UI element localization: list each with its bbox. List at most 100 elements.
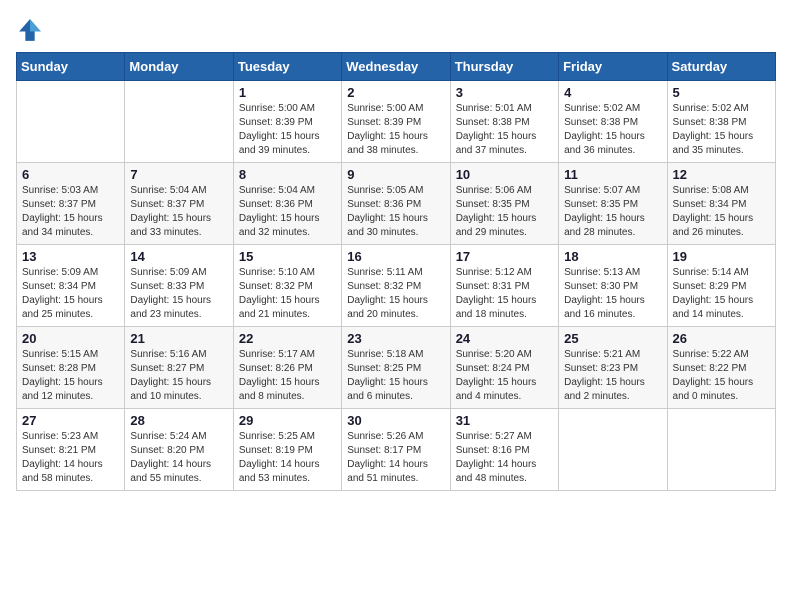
- day-number: 14: [130, 249, 227, 264]
- weekday-header-friday: Friday: [559, 53, 667, 81]
- day-info: Sunrise: 5:26 AM Sunset: 8:17 PM Dayligh…: [347, 430, 444, 486]
- weekday-header-monday: Monday: [125, 53, 233, 81]
- calendar-day-cell: 22 Sunrise: 5:17 AM Sunset: 8:26 PM Dayl…: [233, 327, 341, 409]
- calendar-day-cell: 17 Sunrise: 5:12 AM Sunset: 8:31 PM Dayl…: [450, 245, 558, 327]
- calendar-day-cell: 27 Sunrise: 5:23 AM Sunset: 8:21 PM Dayl…: [17, 409, 125, 491]
- day-number: 20: [22, 331, 119, 346]
- day-number: 24: [456, 331, 553, 346]
- calendar-day-cell: 23 Sunrise: 5:18 AM Sunset: 8:25 PM Dayl…: [342, 327, 450, 409]
- day-number: 2: [347, 85, 444, 100]
- day-info: Sunrise: 5:02 AM Sunset: 8:38 PM Dayligh…: [673, 102, 770, 158]
- day-info: Sunrise: 5:14 AM Sunset: 8:29 PM Dayligh…: [673, 266, 770, 322]
- day-number: 12: [673, 167, 770, 182]
- day-number: 7: [130, 167, 227, 182]
- calendar-day-cell: 6 Sunrise: 5:03 AM Sunset: 8:37 PM Dayli…: [17, 163, 125, 245]
- day-number: 30: [347, 413, 444, 428]
- day-number: 18: [564, 249, 661, 264]
- day-number: 31: [456, 413, 553, 428]
- day-info: Sunrise: 5:01 AM Sunset: 8:38 PM Dayligh…: [456, 102, 553, 158]
- calendar-day-cell: 11 Sunrise: 5:07 AM Sunset: 8:35 PM Dayl…: [559, 163, 667, 245]
- day-number: 4: [564, 85, 661, 100]
- calendar-day-cell: 30 Sunrise: 5:26 AM Sunset: 8:17 PM Dayl…: [342, 409, 450, 491]
- day-number: 5: [673, 85, 770, 100]
- day-number: 29: [239, 413, 336, 428]
- weekday-header-wednesday: Wednesday: [342, 53, 450, 81]
- calendar-day-cell: 7 Sunrise: 5:04 AM Sunset: 8:37 PM Dayli…: [125, 163, 233, 245]
- day-number: 25: [564, 331, 661, 346]
- day-number: 28: [130, 413, 227, 428]
- logo-icon: [16, 16, 44, 44]
- day-info: Sunrise: 5:04 AM Sunset: 8:37 PM Dayligh…: [130, 184, 227, 240]
- calendar-week-row: 13 Sunrise: 5:09 AM Sunset: 8:34 PM Dayl…: [17, 245, 776, 327]
- day-info: Sunrise: 5:05 AM Sunset: 8:36 PM Dayligh…: [347, 184, 444, 240]
- day-number: 15: [239, 249, 336, 264]
- calendar-day-cell: 19 Sunrise: 5:14 AM Sunset: 8:29 PM Dayl…: [667, 245, 775, 327]
- calendar-day-cell: 25 Sunrise: 5:21 AM Sunset: 8:23 PM Dayl…: [559, 327, 667, 409]
- calendar-day-cell: 2 Sunrise: 5:00 AM Sunset: 8:39 PM Dayli…: [342, 81, 450, 163]
- day-number: 13: [22, 249, 119, 264]
- day-info: Sunrise: 5:18 AM Sunset: 8:25 PM Dayligh…: [347, 348, 444, 404]
- day-info: Sunrise: 5:06 AM Sunset: 8:35 PM Dayligh…: [456, 184, 553, 240]
- calendar-day-cell: [559, 409, 667, 491]
- logo: [16, 16, 50, 44]
- day-info: Sunrise: 5:04 AM Sunset: 8:36 PM Dayligh…: [239, 184, 336, 240]
- calendar-day-cell: 10 Sunrise: 5:06 AM Sunset: 8:35 PM Dayl…: [450, 163, 558, 245]
- day-number: 17: [456, 249, 553, 264]
- calendar-table: SundayMondayTuesdayWednesdayThursdayFrid…: [16, 52, 776, 491]
- calendar-day-cell: 12 Sunrise: 5:08 AM Sunset: 8:34 PM Dayl…: [667, 163, 775, 245]
- day-info: Sunrise: 5:03 AM Sunset: 8:37 PM Dayligh…: [22, 184, 119, 240]
- day-number: 10: [456, 167, 553, 182]
- day-info: Sunrise: 5:25 AM Sunset: 8:19 PM Dayligh…: [239, 430, 336, 486]
- calendar-day-cell: 14 Sunrise: 5:09 AM Sunset: 8:33 PM Dayl…: [125, 245, 233, 327]
- day-info: Sunrise: 5:09 AM Sunset: 8:33 PM Dayligh…: [130, 266, 227, 322]
- day-info: Sunrise: 5:16 AM Sunset: 8:27 PM Dayligh…: [130, 348, 227, 404]
- day-info: Sunrise: 5:09 AM Sunset: 8:34 PM Dayligh…: [22, 266, 119, 322]
- weekday-header-thursday: Thursday: [450, 53, 558, 81]
- calendar-day-cell: 21 Sunrise: 5:16 AM Sunset: 8:27 PM Dayl…: [125, 327, 233, 409]
- calendar-week-row: 6 Sunrise: 5:03 AM Sunset: 8:37 PM Dayli…: [17, 163, 776, 245]
- calendar-day-cell: [667, 409, 775, 491]
- day-info: Sunrise: 5:08 AM Sunset: 8:34 PM Dayligh…: [673, 184, 770, 240]
- calendar-day-cell: 8 Sunrise: 5:04 AM Sunset: 8:36 PM Dayli…: [233, 163, 341, 245]
- day-number: 3: [456, 85, 553, 100]
- calendar-day-cell: 16 Sunrise: 5:11 AM Sunset: 8:32 PM Dayl…: [342, 245, 450, 327]
- day-number: 11: [564, 167, 661, 182]
- day-number: 22: [239, 331, 336, 346]
- calendar-week-row: 20 Sunrise: 5:15 AM Sunset: 8:28 PM Dayl…: [17, 327, 776, 409]
- calendar-week-row: 1 Sunrise: 5:00 AM Sunset: 8:39 PM Dayli…: [17, 81, 776, 163]
- day-info: Sunrise: 5:27 AM Sunset: 8:16 PM Dayligh…: [456, 430, 553, 486]
- calendar-day-cell: [17, 81, 125, 163]
- day-number: 19: [673, 249, 770, 264]
- day-info: Sunrise: 5:00 AM Sunset: 8:39 PM Dayligh…: [347, 102, 444, 158]
- calendar-day-cell: 9 Sunrise: 5:05 AM Sunset: 8:36 PM Dayli…: [342, 163, 450, 245]
- calendar-day-cell: 15 Sunrise: 5:10 AM Sunset: 8:32 PM Dayl…: [233, 245, 341, 327]
- calendar-day-cell: 5 Sunrise: 5:02 AM Sunset: 8:38 PM Dayli…: [667, 81, 775, 163]
- day-number: 23: [347, 331, 444, 346]
- day-info: Sunrise: 5:21 AM Sunset: 8:23 PM Dayligh…: [564, 348, 661, 404]
- day-number: 26: [673, 331, 770, 346]
- day-number: 21: [130, 331, 227, 346]
- day-info: Sunrise: 5:15 AM Sunset: 8:28 PM Dayligh…: [22, 348, 119, 404]
- day-number: 1: [239, 85, 336, 100]
- calendar-day-cell: 26 Sunrise: 5:22 AM Sunset: 8:22 PM Dayl…: [667, 327, 775, 409]
- calendar-day-cell: 24 Sunrise: 5:20 AM Sunset: 8:24 PM Dayl…: [450, 327, 558, 409]
- weekday-header-sunday: Sunday: [17, 53, 125, 81]
- page-header: [16, 16, 776, 44]
- calendar-day-cell: 1 Sunrise: 5:00 AM Sunset: 8:39 PM Dayli…: [233, 81, 341, 163]
- calendar-day-cell: 3 Sunrise: 5:01 AM Sunset: 8:38 PM Dayli…: [450, 81, 558, 163]
- day-info: Sunrise: 5:17 AM Sunset: 8:26 PM Dayligh…: [239, 348, 336, 404]
- day-number: 6: [22, 167, 119, 182]
- day-number: 9: [347, 167, 444, 182]
- calendar-day-cell: 18 Sunrise: 5:13 AM Sunset: 8:30 PM Dayl…: [559, 245, 667, 327]
- weekday-header-tuesday: Tuesday: [233, 53, 341, 81]
- calendar-day-cell: [125, 81, 233, 163]
- calendar-day-cell: 31 Sunrise: 5:27 AM Sunset: 8:16 PM Dayl…: [450, 409, 558, 491]
- day-info: Sunrise: 5:10 AM Sunset: 8:32 PM Dayligh…: [239, 266, 336, 322]
- calendar-day-cell: 20 Sunrise: 5:15 AM Sunset: 8:28 PM Dayl…: [17, 327, 125, 409]
- day-info: Sunrise: 5:07 AM Sunset: 8:35 PM Dayligh…: [564, 184, 661, 240]
- calendar-day-cell: 29 Sunrise: 5:25 AM Sunset: 8:19 PM Dayl…: [233, 409, 341, 491]
- day-info: Sunrise: 5:11 AM Sunset: 8:32 PM Dayligh…: [347, 266, 444, 322]
- calendar-week-row: 27 Sunrise: 5:23 AM Sunset: 8:21 PM Dayl…: [17, 409, 776, 491]
- weekday-header-saturday: Saturday: [667, 53, 775, 81]
- day-info: Sunrise: 5:02 AM Sunset: 8:38 PM Dayligh…: [564, 102, 661, 158]
